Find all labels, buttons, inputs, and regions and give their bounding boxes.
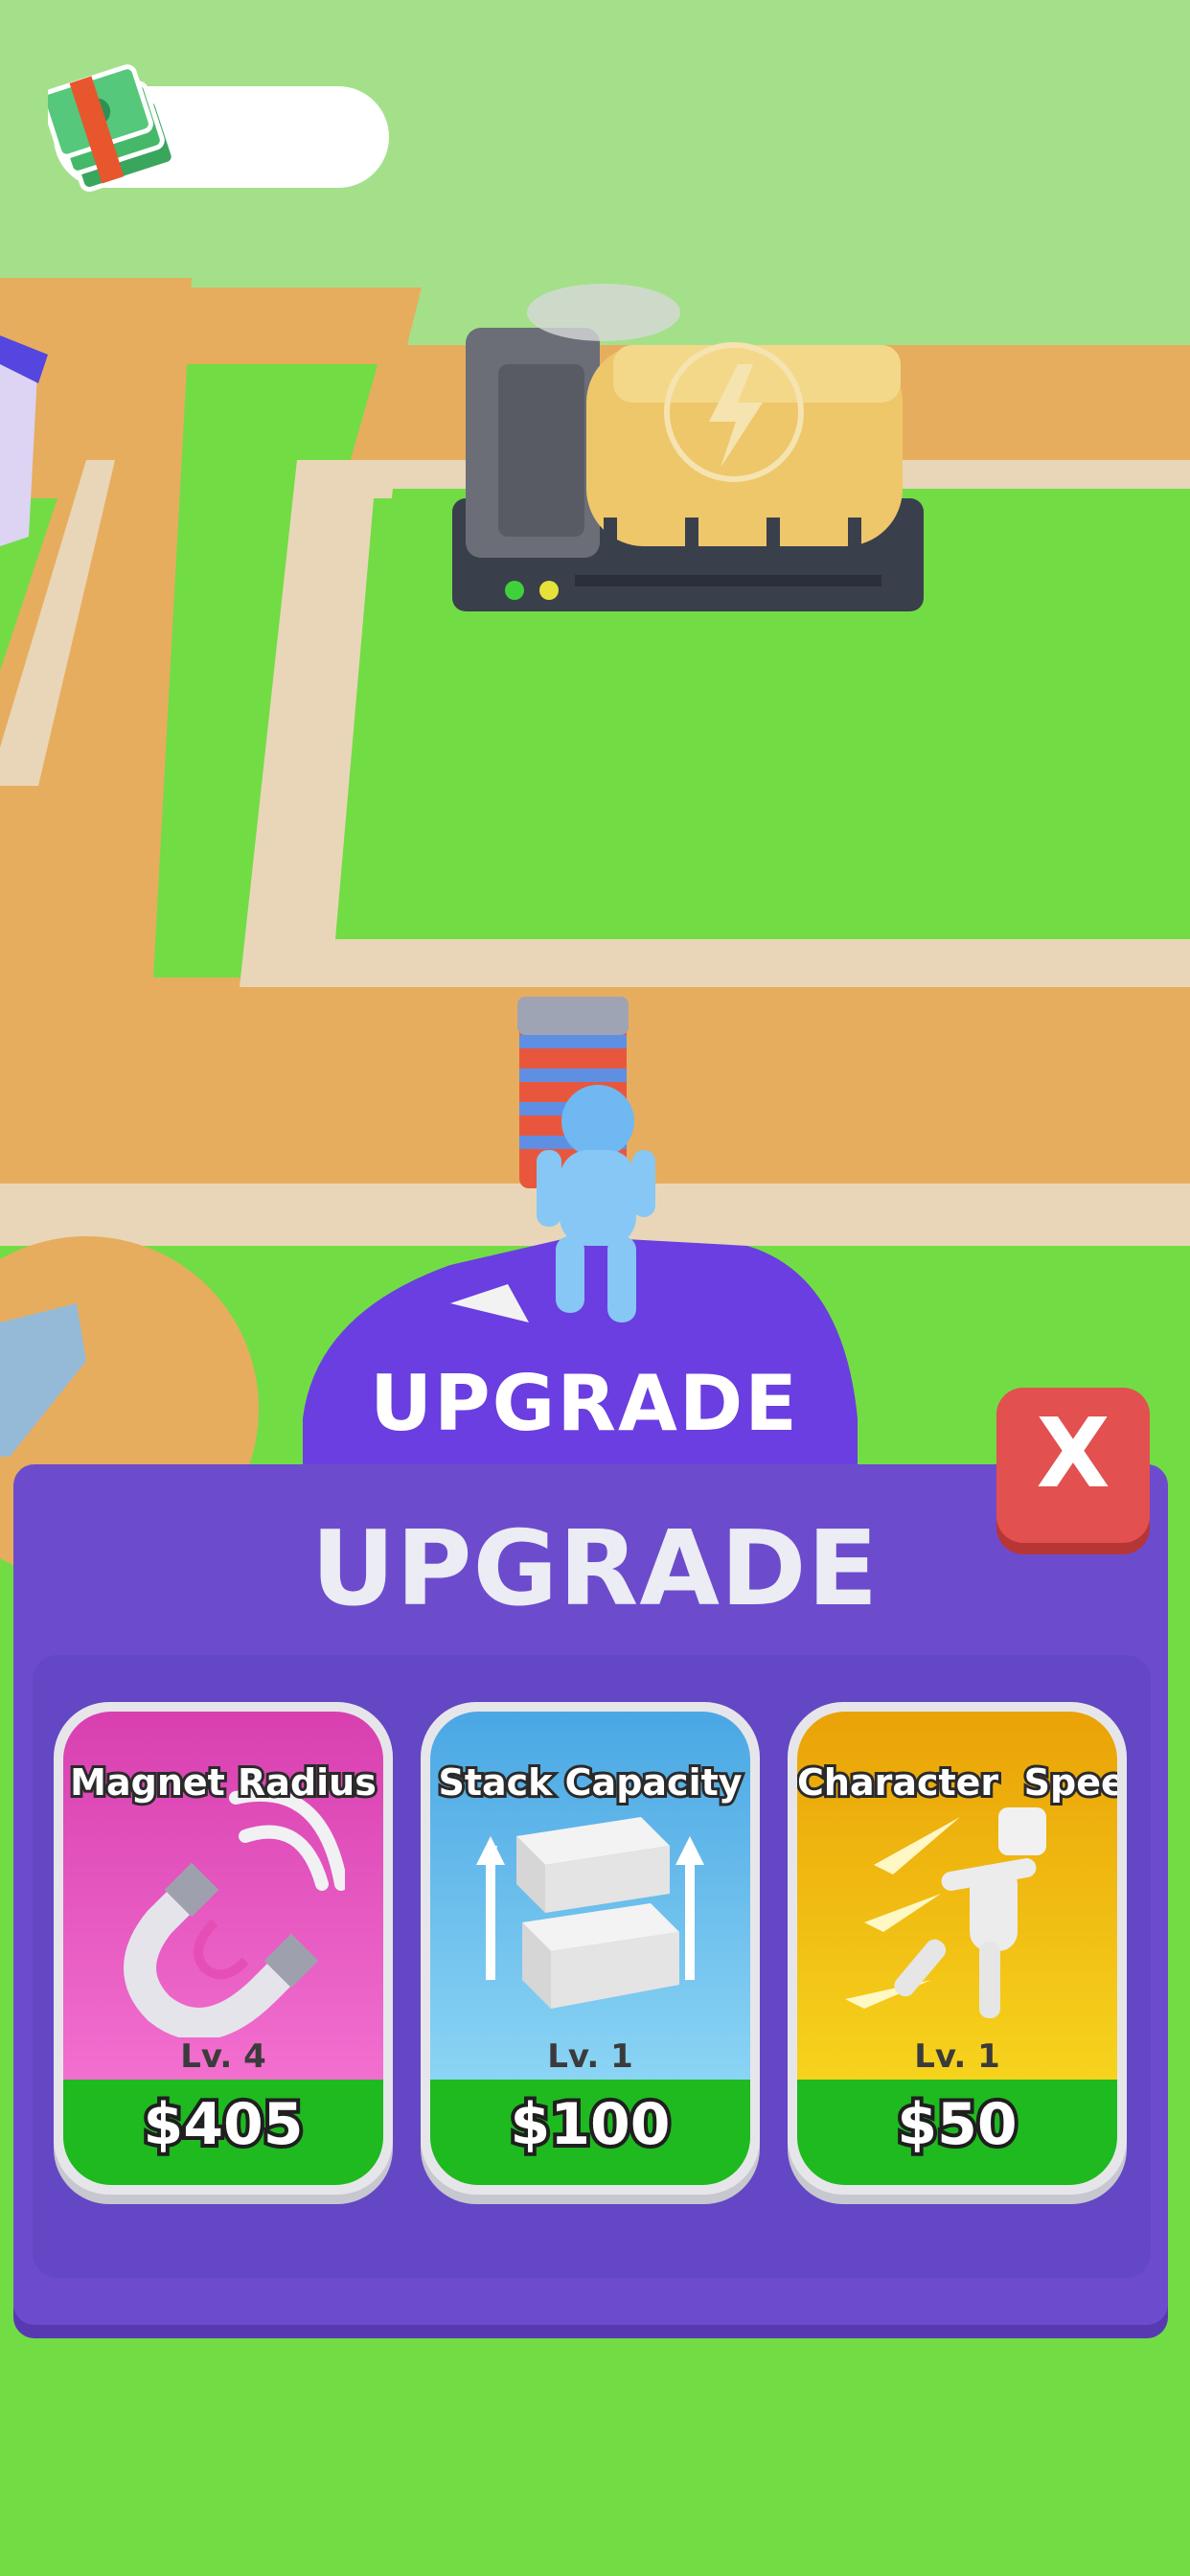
stack-capacity-card[interactable]: Stack Capacity Lv. 1 $100 [421,1702,760,2195]
card-title: Stack Capacity [435,1759,744,1806]
card-title: Magnet Radius [67,1759,379,1806]
magnet-icon [124,1787,345,2037]
card-level: Lv. 4 [180,2037,266,2076]
cash-stack-icon [48,64,176,192]
card-price: $100 [507,2087,675,2162]
close-icon: X [1036,1397,1110,1509]
character-speed-card[interactable]: Character Speed Lv. 1 $50 [788,1702,1127,2195]
floor-pad-label: UPGRADE [370,1359,799,1448]
stacked-blocks-icon [476,1817,704,2009]
card-level: Lv. 1 [914,2037,1000,2076]
running-figure-icon [845,1807,1046,2018]
magnet-radius-card[interactable]: Magnet Radius Lv. 4 $405 [54,1702,393,2195]
card-price: $50 [893,2087,1020,2162]
card-price: $405 [140,2087,308,2162]
card-level: Lv. 1 [547,2037,633,2076]
close-button[interactable]: X [996,1388,1150,1543]
card-title: Character Speed [797,1759,1117,1806]
